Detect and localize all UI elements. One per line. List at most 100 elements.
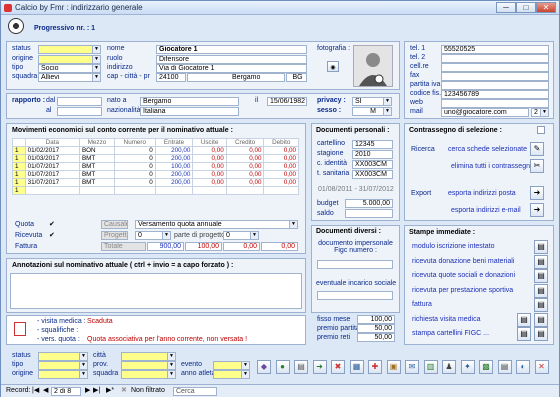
filter-origine-select[interactable]: ▼: [38, 370, 88, 379]
fisso-input[interactable]: 100,00: [357, 315, 395, 324]
progetto-select[interactable]: 0 ▼: [135, 231, 171, 240]
cell-data[interactable]: 01/07/2017: [24, 170, 80, 179]
stagione-input[interactable]: 2010: [352, 150, 393, 159]
prev-record-icon[interactable]: ◀: [43, 386, 48, 394]
cell-uscite[interactable]: 0,00: [192, 170, 227, 179]
stampa-link[interactable]: ricevuta quote sociali e donazioni: [412, 272, 515, 279]
cell-n[interactable]: 1: [12, 146, 26, 155]
filter-status-select[interactable]: ▼: [38, 352, 88, 361]
quota-check-icon[interactable]: ✔: [49, 220, 55, 228]
esporta-mail-link[interactable]: esporta indirizzi e-mail: [451, 207, 521, 214]
print-icon[interactable]: ▤: [534, 240, 548, 254]
cell-entrate[interactable]: 100,00: [154, 162, 194, 171]
cerca-button[interactable]: ✎: [530, 142, 544, 156]
cell-n[interactable]: 1: [12, 170, 26, 179]
cell-credito[interactable]: 0,00: [225, 178, 265, 187]
elimina-link[interactable]: elimina tutti i contrassegni: [451, 163, 532, 170]
saldo-input[interactable]: [345, 209, 393, 218]
cell-num[interactable]: [113, 186, 156, 195]
fax-input[interactable]: [441, 72, 549, 81]
cell-debito[interactable]: 0,00: [263, 170, 299, 179]
print-icon[interactable]: ▤: [534, 327, 548, 341]
table-row[interactable]: 1 31/07/2017 BMT 0 200,00 0,00 0,00 0,00: [12, 178, 299, 187]
ts-input[interactable]: XX003CM: [352, 170, 393, 179]
cell-num[interactable]: 0: [113, 170, 156, 179]
go-button[interactable]: ➜: [312, 360, 327, 374]
pr-input[interactable]: BG: [286, 73, 307, 82]
cell-uscite[interactable]: [192, 186, 227, 195]
cell-data[interactable]: 31/07/2017: [24, 178, 80, 187]
cell-mezzo[interactable]: BMT: [78, 170, 115, 179]
cell-data[interactable]: 01/03/2017: [24, 154, 80, 163]
clear-button[interactable]: ✖: [331, 360, 345, 374]
parte-select[interactable]: 0 ▼: [223, 231, 259, 240]
print-icon[interactable]: ▤: [534, 254, 548, 269]
tel2-input[interactable]: [441, 54, 549, 63]
preview-icon[interactable]: ▤: [517, 327, 531, 341]
cf-input[interactable]: 123456789: [441, 90, 549, 99]
cell-n[interactable]: 1: [12, 178, 26, 187]
table-row[interactable]: 1 01/02/2017 BON 0 200,00 0,00 0,00 0,00: [12, 146, 299, 155]
mail-select[interactable]: 2 ▼: [531, 108, 549, 117]
cell-entrate[interactable]: [154, 186, 194, 195]
minimize-button[interactable]: ─: [496, 2, 516, 13]
ruolo-input[interactable]: Difensore: [156, 55, 307, 64]
print-button[interactable]: ▤: [497, 360, 512, 374]
cell-credito[interactable]: [225, 186, 265, 195]
table-row[interactable]: 1 01/03/2017 BMT 0 200,00 0,00 0,00 0,00: [12, 154, 299, 163]
user-button[interactable]: ♟: [442, 360, 456, 374]
list-button[interactable]: ▤: [294, 360, 308, 374]
tipo-select[interactable]: Socio ▼: [38, 64, 101, 73]
record-input[interactable]: 2 di 8: [51, 387, 81, 396]
status-select[interactable]: ▼: [38, 45, 101, 54]
excel-button[interactable]: ▩: [479, 360, 493, 374]
cell-uscite[interactable]: 0,00: [192, 154, 227, 163]
first-record-icon[interactable]: |◀: [32, 386, 39, 394]
filter-squadra-select[interactable]: ▼: [121, 370, 176, 379]
table-row[interactable]: 1 01/07/2017 BMT 0 100,00 0,00 0,00 0,00: [12, 162, 299, 171]
print-icon[interactable]: ▤: [534, 312, 548, 327]
tel1-input[interactable]: 55520525: [441, 45, 549, 54]
cell-credito[interactable]: 0,00: [225, 170, 265, 179]
filter-citta-select[interactable]: ▼: [121, 352, 176, 361]
causale-select[interactable]: Versamento quota annuale ▼: [135, 220, 298, 229]
contrassegno-checkbox[interactable]: [537, 126, 545, 134]
partita-input[interactable]: 50,00: [357, 324, 395, 333]
stampa-link[interactable]: ricevuta donazione beni materiali: [412, 258, 514, 265]
cell-entrate[interactable]: 200,00: [154, 154, 194, 163]
cerca-link[interactable]: cerca schede selezionate: [448, 146, 527, 153]
filter-anno-select[interactable]: ▼: [213, 370, 250, 379]
annotazioni-textarea[interactable]: [10, 273, 302, 309]
cell-n[interactable]: 1: [12, 186, 26, 195]
budget-input[interactable]: 5.000,00: [345, 199, 393, 208]
esporta-posta-button[interactable]: ➜: [530, 186, 544, 200]
filter-tipo-select[interactable]: ▼: [38, 361, 88, 370]
cell-input[interactable]: [441, 63, 549, 72]
cell-mezzo[interactable]: BMT: [78, 154, 115, 163]
esporta-mail-button[interactable]: ➜: [530, 203, 544, 217]
squadra-select[interactable]: Allievi ▼: [38, 73, 101, 82]
add-button[interactable]: ✚: [368, 360, 382, 374]
piva-input[interactable]: [441, 81, 549, 90]
print-icon[interactable]: ▤: [534, 283, 548, 298]
filter-evento-select[interactable]: ▼: [213, 361, 250, 370]
sesso-select[interactable]: M ▼: [352, 107, 392, 116]
sheet-button[interactable]: ▥: [423, 360, 438, 374]
cell-credito[interactable]: 0,00: [225, 154, 265, 163]
privacy-select[interactable]: SI ▼: [352, 97, 392, 106]
ricevuta-check-icon[interactable]: ✔: [49, 231, 55, 239]
nato-input[interactable]: Bergamo: [140, 97, 239, 106]
web-input[interactable]: [441, 99, 549, 108]
cartellino-input[interactable]: 12345: [352, 140, 393, 149]
cell-n[interactable]: 1: [12, 162, 26, 171]
cell-entrate[interactable]: 200,00: [154, 146, 194, 155]
cell-n[interactable]: 1: [12, 154, 26, 163]
filter-prov-select[interactable]: ▼: [121, 361, 176, 370]
grid-button[interactable]: ▦: [349, 360, 364, 374]
stampa-link[interactable]: richiesta visita medica: [412, 316, 480, 323]
cell-num[interactable]: 0: [113, 178, 156, 187]
photo-button[interactable]: ◉: [327, 61, 339, 72]
cell-num[interactable]: 0: [113, 146, 156, 155]
cell-mezzo[interactable]: BMT: [78, 178, 115, 187]
cell-num[interactable]: 0: [113, 162, 156, 171]
